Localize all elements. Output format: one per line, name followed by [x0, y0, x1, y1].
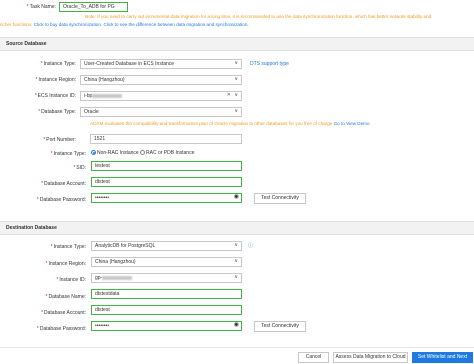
dst-instance-id-select[interactable]: gp-	[91, 273, 242, 283]
dst-password-input[interactable]: •••••••• ◉	[91, 321, 242, 331]
dst-account-label: *Database Account:	[41, 310, 86, 316]
src-inst-type2-label: *Instance Type:	[50, 151, 86, 157]
src-port-label: *Port Number:	[43, 137, 76, 143]
src-password-input[interactable]: •••••••• ◉	[91, 193, 242, 203]
src-account-input[interactable]: dtstest	[91, 177, 242, 187]
src-password-label: *Database Password:	[36, 197, 86, 203]
goto-link[interactable]: Go to	[334, 121, 345, 126]
non-rac-radio[interactable]: Non-RAC Instance	[91, 150, 139, 156]
src-region-select[interactable]: China (Hangzhou)	[80, 75, 242, 85]
adam-note: ADAM evaluates the compatibility and tra…	[90, 121, 370, 126]
dst-db-name-input[interactable]: dtstestdata	[91, 289, 242, 299]
dst-instance-type-label: *Instance Type:	[50, 244, 86, 250]
cancel-button[interactable]: Cancel	[298, 352, 329, 363]
dts-support-link[interactable]: DTS support type	[250, 61, 289, 67]
redacted-id	[102, 275, 133, 280]
src-region-label: *Instance Region:	[35, 77, 76, 83]
dst-account-input[interactable]: dtstest	[91, 305, 242, 315]
src-sid-input[interactable]: testest	[91, 161, 242, 171]
dst-db-name-label: *Database Name:	[45, 294, 86, 300]
dst-region-label: *Instance Region:	[45, 261, 86, 267]
redacted-id	[92, 93, 123, 98]
buy-sync-link[interactable]: Click to buy data synchronization.	[34, 22, 102, 27]
src-test-connectivity-button[interactable]: Test Connectivity	[254, 193, 306, 204]
dst-info-icon[interactable]: ⓘ	[248, 242, 253, 249]
dst-region-select[interactable]: China (Hangzhou)	[91, 257, 242, 267]
source-section-header: Source Database	[0, 37, 474, 51]
next-button[interactable]: Set Whitelist and Next	[412, 352, 473, 363]
src-port-input[interactable]: 1521	[90, 134, 242, 144]
src-ecs-select[interactable]: i-bp ✕	[80, 91, 242, 101]
dst-instance-type-select[interactable]: AnalyticDB for PostgreSQL	[91, 241, 242, 251]
task-name-label: *Task Name:	[26, 4, 56, 10]
assess-button[interactable]: Assess Data Migration to Cloud	[333, 352, 408, 363]
clear-icon[interactable]: ✕	[227, 92, 231, 99]
eye-icon[interactable]: ◉	[234, 194, 239, 201]
src-instance-type-select[interactable]: User-Created Database in ECS Instance	[80, 59, 242, 69]
rac-radio[interactable]: RAC or PDB Instance	[140, 150, 194, 156]
task-name-input[interactable]: Oracle_To_ADB for PG	[59, 2, 128, 12]
dst-password-label: *Database Password:	[36, 326, 86, 332]
dst-test-connectivity-button[interactable]: Test Connectivity	[254, 321, 306, 332]
src-sid-label: *SID:	[73, 165, 86, 171]
diff-link[interactable]: Click to see the difference between data…	[103, 22, 248, 27]
src-db-type-label: *Database Type:	[38, 109, 76, 115]
eye-icon[interactable]: ◉	[234, 322, 239, 329]
notice-text: Note: If you need to carry out increment…	[85, 14, 432, 19]
src-account-label: *Database Account:	[41, 181, 86, 187]
view-demo-link[interactable]: View Demo	[346, 121, 369, 126]
src-db-type-select[interactable]: Oracle	[80, 107, 242, 117]
notice-line2: richer functions. Click to buy data sync…	[0, 22, 249, 27]
footer-divider	[0, 347, 474, 348]
destination-section-header: Destination Database	[0, 221, 474, 235]
src-ecs-label: *ECS Instance ID:	[34, 93, 76, 99]
dst-instance-id-label: *Instance ID:	[56, 277, 86, 283]
src-instance-type-label: *Instance Type:	[40, 61, 76, 67]
